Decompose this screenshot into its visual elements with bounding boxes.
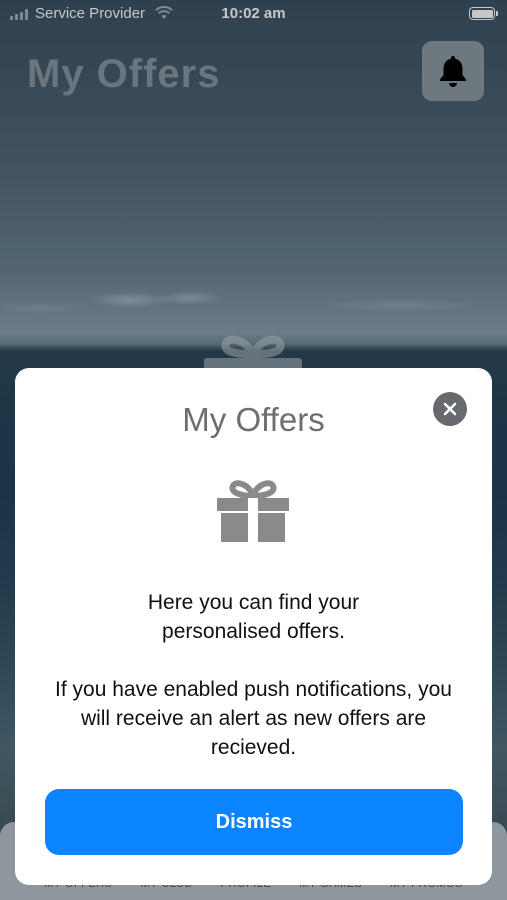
modal-message: Here you can find your personalised offe…	[15, 588, 492, 762]
dismiss-button[interactable]: Dismiss	[45, 789, 463, 855]
gift-icon	[216, 478, 290, 549]
message-paragraph-intro: Here you can find your personalised offe…	[147, 591, 360, 643]
close-icon	[443, 402, 457, 416]
offers-modal: My Offers Here you can find your persona…	[15, 368, 492, 885]
message-paragraph-notifications: If you have enabled push notifications, …	[55, 678, 452, 759]
close-button[interactable]	[433, 392, 467, 426]
modal-title: My Offers	[182, 401, 325, 438]
